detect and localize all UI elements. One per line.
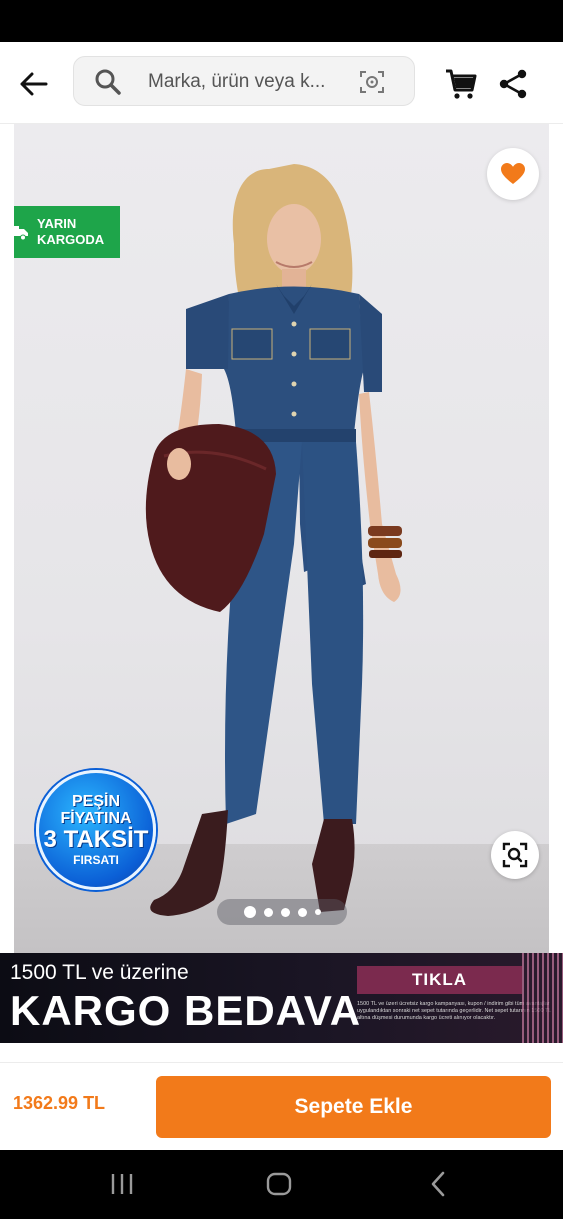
purchase-bar: 1362.99 TL Sepete Ekle <box>0 1062 563 1150</box>
installment-line2: FİYATINA <box>60 810 132 827</box>
promo-line1: 1500 TL ve üzerine <box>10 961 189 984</box>
pager-dot-5[interactable] <box>314 909 321 915</box>
installment-line4: FIRSATI <box>73 853 119 867</box>
search-icon <box>94 68 122 101</box>
cart-icon <box>446 69 477 99</box>
share-icon <box>499 69 527 99</box>
product-image-gallery[interactable]: YARIN KARGODA PEŞİN FİYATINA 3 TAKSİT FI… <box>14 124 549 954</box>
product-price: 1362.99 TL <box>13 1093 106 1113</box>
promo-line2: KARGO BEDAVA <box>10 987 362 1034</box>
search-input[interactable]: Marka, ürün veya k... <box>148 71 325 93</box>
home-icon[interactable] <box>266 1170 292 1198</box>
zoom-scan-icon <box>502 842 528 868</box>
pager-dot-2[interactable] <box>263 907 273 917</box>
free-shipping-banner[interactable]: 1500 TL ve üzerine KARGO BEDAVA TIKLA 15… <box>0 953 563 1043</box>
camera-search-icon[interactable] <box>358 68 386 101</box>
pager-dot-3[interactable] <box>280 907 290 917</box>
favorite-button[interactable] <box>487 148 539 200</box>
heart-icon <box>501 163 525 184</box>
back-nav-icon[interactable] <box>428 1170 448 1198</box>
cargo-badge-line2: KARGODA <box>37 232 105 247</box>
cargo-badge-line1: YARIN <box>37 216 77 231</box>
search-bar[interactable]: Marka, ürün veya k... <box>73 56 415 106</box>
add-to-cart-button[interactable]: Sepete Ekle <box>156 1076 551 1138</box>
pager-dot-1[interactable] <box>243 906 256 918</box>
system-navigation-bar <box>0 1150 563 1219</box>
image-pager-dots[interactable] <box>217 899 347 925</box>
cart-button[interactable] <box>443 66 479 102</box>
zoom-button[interactable] <box>491 831 539 879</box>
recent-apps-icon[interactable] <box>110 1170 134 1198</box>
truck-icon <box>14 226 28 241</box>
pager-dot-4[interactable] <box>297 907 307 917</box>
status-bar <box>0 0 563 42</box>
installment-line1: PEŞİN <box>71 793 120 810</box>
promo-decoration <box>522 953 563 1043</box>
installment-line3: 3 TAKSİT <box>43 826 149 853</box>
promo-cta-button[interactable]: TIKLA <box>357 966 522 994</box>
share-button[interactable] <box>498 68 530 100</box>
top-app-bar: Marka, ürün veya k... <box>0 42 563 124</box>
arrow-left-icon <box>20 72 48 96</box>
installment-offer-badge: PEŞİN FİYATINA 3 TAKSİT FIRSATI <box>36 770 156 890</box>
back-button[interactable] <box>14 64 54 104</box>
next-day-cargo-badge: YARIN KARGODA <box>14 206 120 258</box>
